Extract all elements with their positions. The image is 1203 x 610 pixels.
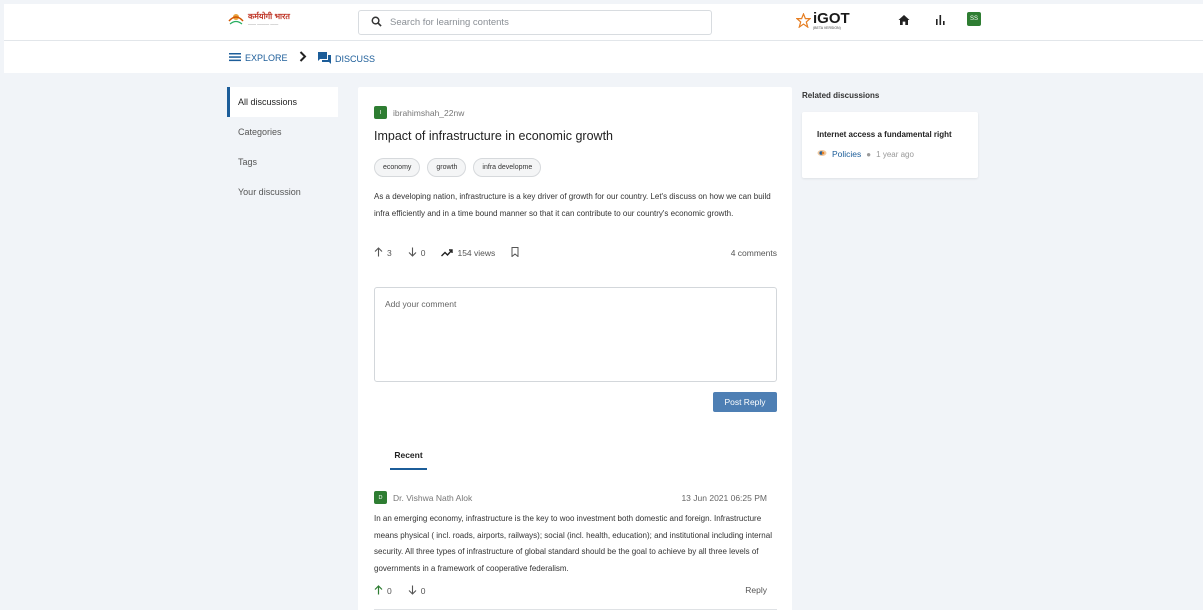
comment-downvote-icon[interactable] — [408, 585, 417, 597]
related-heading: Related discussions — [802, 91, 880, 100]
igot-brand[interactable]: iGOT (BETA VERSION) — [795, 10, 850, 30]
sidebar-item-label: Your discussion — [238, 187, 301, 197]
related-discussion-card[interactable]: Internet access a fundamental right Poli… — [802, 112, 978, 178]
comment-upvote-icon[interactable] — [374, 585, 383, 597]
category-icon — [817, 149, 827, 159]
related-title: Internet access a fundamental right — [817, 130, 952, 139]
post-reply-button[interactable]: Post Reply — [713, 392, 777, 412]
sidebar-item-label: All discussions — [238, 97, 298, 107]
author-avatar: I — [374, 106, 387, 119]
top-bar: कर्मयोगी भारत —— ——— —— Search for learn… — [4, 4, 1203, 41]
forum-icon — [318, 52, 331, 66]
tab-recent[interactable]: Recent — [390, 445, 427, 470]
related-category[interactable]: Policies — [832, 149, 861, 159]
chevron-right-icon — [299, 51, 307, 62]
discussion-title: Impact of infrastructure in economic gro… — [374, 129, 613, 143]
bar-chart-icon[interactable] — [935, 14, 946, 27]
post-stats: 3 0 154 views — [374, 247, 519, 259]
author-name: ibrahimshah_22nw — [393, 107, 465, 118]
igot-brand-text: iGOT — [813, 10, 850, 27]
user-avatar[interactable]: SS — [967, 12, 981, 26]
search-input[interactable]: Search for learning contents — [358, 10, 712, 35]
home-icon[interactable] — [898, 14, 910, 28]
sidebar-item-categories[interactable]: Categories — [227, 117, 338, 147]
comment-author[interactable]: D Dr. Vishwa Nath Alok — [374, 491, 472, 504]
comment-count[interactable]: 4 comments — [731, 248, 777, 258]
post-author[interactable]: I ibrahimshah_22nw — [374, 106, 464, 119]
bookmark-icon[interactable] — [511, 247, 519, 259]
comment-downvote-count: 0 — [420, 586, 426, 596]
breadcrumb-explore[interactable]: EXPLORE — [229, 52, 288, 64]
tag-chip[interactable]: economy — [374, 158, 421, 177]
related-time: 1 year ago — [876, 149, 914, 159]
discussion-card: I ibrahimshah_22nw Impact of infrastruct… — [358, 87, 792, 610]
igot-beta-text: (BETA VERSION) — [813, 26, 841, 30]
sidebar-item-your-discussion[interactable]: Your discussion — [227, 177, 338, 207]
view-count: 154 views — [457, 248, 496, 258]
karmayogi-logo[interactable]: कर्मयोगी भारत —— ——— —— — [227, 11, 290, 27]
comment-placeholder: Add your comment — [385, 299, 457, 309]
logo-subtext: —— ——— —— — [248, 21, 279, 26]
comment-timestamp: 13 Jun 2021 06:25 PM — [681, 493, 767, 503]
tag-chip[interactable]: growth — [427, 158, 467, 177]
logo-emblem-icon — [227, 11, 245, 27]
logo-text: कर्मयोगी भारत — [248, 12, 290, 21]
sidebar-item-all-discussions[interactable]: All discussions — [227, 87, 338, 117]
sidebar-item-label: Categories — [238, 127, 282, 137]
upvote-icon[interactable] — [374, 247, 383, 259]
downvote-icon[interactable] — [408, 247, 417, 259]
comment-votes: 0 0 — [374, 585, 425, 597]
comment-input[interactable]: Add your comment — [374, 287, 777, 382]
related-meta: Policies ● 1 year ago — [817, 149, 914, 159]
comment-author-name: Dr. Vishwa Nath Alok — [393, 492, 473, 503]
breadcrumb-explore-label: EXPLORE — [245, 53, 288, 63]
breadcrumb-discuss-label: DISCUSS — [335, 54, 376, 64]
search-placeholder: Search for learning contents — [390, 17, 509, 28]
sidebar-item-label: Tags — [238, 157, 258, 167]
sidebar-item-tags[interactable]: Tags — [227, 147, 338, 177]
comment-upvote-count: 0 — [387, 586, 392, 596]
search-icon — [371, 16, 382, 29]
dot-separator-icon: ● — [866, 149, 872, 159]
breadcrumb-discuss[interactable]: DISCUSS — [318, 52, 375, 66]
app-frame: कर्मयोगी भारत —— ——— —— Search for learn… — [4, 4, 1203, 610]
trending-icon — [441, 248, 454, 259]
discussion-body: As a developing nation, infrastructure i… — [374, 192, 771, 218]
tag-list: economy growth infra developme — [374, 158, 542, 177]
upvote-count: 3 — [387, 248, 392, 258]
igot-star-icon — [795, 11, 812, 30]
breadcrumb-bar — [4, 41, 1203, 73]
tag-chip[interactable]: infra developme — [473, 158, 542, 177]
reply-button[interactable]: Reply — [745, 585, 767, 595]
menu-icon — [229, 52, 241, 64]
downvote-count: 0 — [420, 248, 426, 258]
comment-text: In an emerging economy, infrastructure i… — [374, 514, 772, 573]
comment-author-avatar: D — [374, 491, 387, 504]
discussion-sidebar: All discussions Categories Tags Your dis… — [227, 87, 338, 207]
